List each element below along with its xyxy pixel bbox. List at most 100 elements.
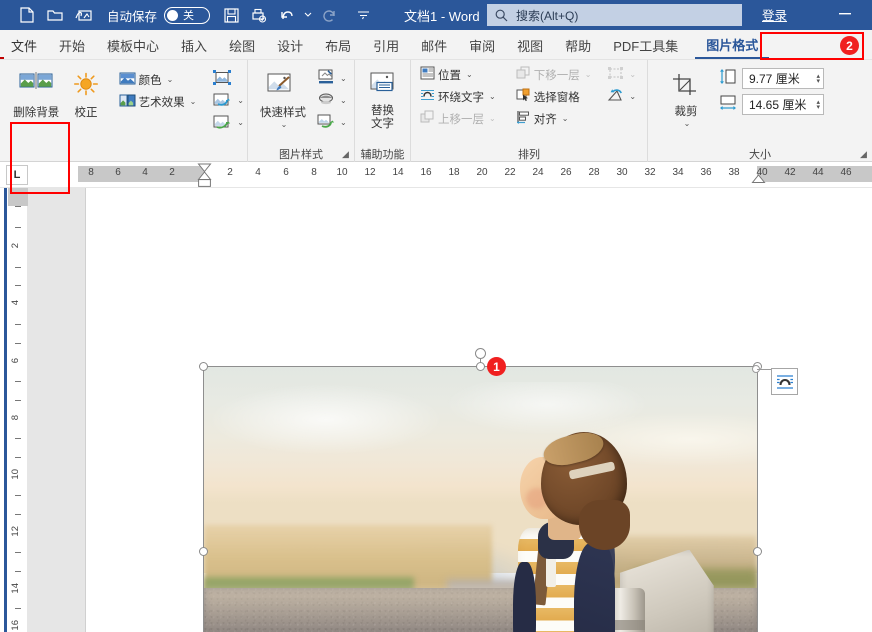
chevron-down-icon[interactable]: ⌄	[629, 92, 636, 101]
tab-mailings[interactable]: 邮件	[410, 31, 458, 59]
tab-home[interactable]: 开始	[48, 31, 96, 59]
height-spinner[interactable]: ▴▾	[816, 74, 820, 84]
change-picture-button[interactable]: ⌄	[209, 90, 247, 111]
group-objects-button[interactable]: ⌄	[604, 64, 639, 85]
sign-in-button[interactable]: 登录	[762, 5, 787, 24]
chevron-down-icon[interactable]: ⌄	[190, 97, 197, 106]
chevron-down-icon[interactable]: ⌄	[167, 75, 174, 84]
tab-review[interactable]: 审阅	[458, 31, 506, 59]
picture-handle-middle-right[interactable]	[753, 547, 762, 556]
rotate-objects-icon	[607, 88, 624, 105]
save-icon[interactable]	[218, 3, 244, 27]
picture-styles-title-text: 图片样式	[279, 146, 323, 162]
vruler-tick	[15, 285, 21, 286]
picture-effects-icon	[317, 91, 335, 110]
tab-references[interactable]: 引用	[362, 31, 410, 59]
picture-border-button[interactable]: ⌄	[314, 68, 350, 89]
chevron-down-icon[interactable]: ⌄	[684, 119, 691, 128]
hruler-num: 30	[616, 167, 627, 178]
picture-border-icon	[317, 69, 335, 88]
chevron-down-icon[interactable]: ⌄	[237, 118, 244, 127]
hruler-num: 8	[311, 167, 317, 178]
quick-styles-button[interactable]: 快速样式 ⌄	[252, 65, 314, 130]
picture-rotate-handle[interactable]	[475, 348, 486, 359]
chevron-down-icon[interactable]: ⌄	[489, 114, 496, 123]
vertical-ruler[interactable]: 2 4 6 8 10 12 14 16	[8, 188, 28, 632]
tab-help[interactable]: 帮助	[554, 31, 602, 59]
tab-picture-format[interactable]: 图片格式	[695, 31, 769, 59]
tab-stop-selector[interactable]: L	[6, 165, 28, 185]
tab-view[interactable]: 视图	[506, 31, 554, 59]
width-spinner[interactable]: ▴▾	[816, 100, 820, 110]
picture-styles-dialog-launcher-icon[interactable]: ◢	[341, 151, 350, 160]
left-accent-bar	[4, 188, 7, 632]
picture-handle-top-middle[interactable]	[476, 362, 485, 371]
corrections-button[interactable]: 校正	[62, 65, 109, 120]
search-input[interactable]: 搜索(Alt+Q)	[487, 4, 742, 26]
tab-pdf-tools[interactable]: PDF工具集	[602, 31, 689, 59]
remove-background-button[interactable]: 删除背景	[10, 65, 62, 120]
send-backward-button[interactable]: 下移一层 ⌄	[513, 64, 595, 85]
size-dialog-launcher-icon[interactable]: ◢	[859, 151, 868, 160]
horizontal-ruler[interactable]: L 8 6 4 2 2 4 6 8 10 12 14 16 18 20 22 2…	[0, 162, 872, 188]
alt-text-icon	[367, 71, 399, 101]
hruler-num: 38	[728, 167, 739, 178]
quick-print-icon[interactable]	[246, 3, 272, 27]
compress-pictures-button[interactable]	[209, 68, 247, 89]
artistic-effects-button[interactable]: 艺术效果 ⌄	[116, 91, 200, 112]
tab-layout[interactable]: 布局	[314, 31, 362, 59]
undo-dropdown-icon[interactable]	[302, 3, 314, 27]
open-folder-icon[interactable]	[42, 3, 68, 27]
chevron-down-icon[interactable]: ⌄	[466, 70, 473, 79]
chevron-down-icon[interactable]: ⌄	[629, 70, 636, 79]
align-button[interactable]: 对齐 ⌄	[513, 108, 595, 129]
chevron-down-icon[interactable]: ⌄	[237, 96, 244, 105]
tab-draw[interactable]: 绘图	[218, 31, 266, 59]
crop-label: 裁剪	[675, 106, 698, 119]
tab-design[interactable]: 设计	[266, 31, 314, 59]
wrap-text-button[interactable]: 环绕文字 ⌄	[417, 86, 499, 107]
chevron-down-icon[interactable]: ⌄	[489, 92, 496, 101]
autosave-toggle[interactable]: 关	[164, 7, 210, 24]
crop-button[interactable]: 裁剪 ⌄	[662, 67, 710, 129]
undo-icon[interactable]	[274, 3, 300, 27]
chevron-down-icon[interactable]: ⌄	[585, 70, 592, 79]
shape-height-field[interactable]: 9.77 厘米 ▴▾	[742, 68, 824, 89]
color-button[interactable]: 颜色 ⌄	[116, 69, 200, 90]
picture-handle-middle-left[interactable]	[199, 547, 208, 556]
chevron-down-icon[interactable]: ⌄	[340, 96, 347, 105]
picture-handle-top-left[interactable]	[199, 362, 208, 371]
picture-effects-button[interactable]: ⌄	[314, 90, 350, 111]
new-document-icon[interactable]	[14, 3, 40, 27]
bring-forward-button[interactable]: 上移一层 ⌄	[417, 108, 499, 129]
chevron-down-icon[interactable]: ⌄	[281, 120, 288, 129]
inserted-photo[interactable]	[204, 367, 757, 632]
chevron-down-icon[interactable]: ⌄	[340, 118, 347, 127]
wrap-text-icon	[420, 88, 435, 105]
hruler-num: 12	[364, 167, 375, 178]
hruler-num: 44	[812, 167, 823, 178]
customize-qat-icon[interactable]	[350, 3, 376, 27]
right-indent-marker[interactable]	[751, 174, 766, 184]
ribbon: 删除背景 校正 颜色	[0, 60, 872, 162]
boy-sleeve	[513, 562, 536, 632]
rotate-objects-button[interactable]: ⌄	[604, 86, 639, 107]
layout-options-button[interactable]	[771, 368, 798, 395]
vruler-tick	[15, 400, 21, 401]
left-indent-marker[interactable]	[198, 179, 211, 187]
touch-mode-icon[interactable]	[70, 3, 96, 27]
tab-template[interactable]: 模板中心	[96, 31, 170, 59]
tab-file[interactable]: 文件	[0, 31, 48, 59]
chevron-down-icon[interactable]: ⌄	[340, 74, 347, 83]
shape-width-field[interactable]: 14.65 厘米 ▴▾	[742, 94, 824, 115]
tab-insert[interactable]: 插入	[170, 31, 218, 59]
picture-layout-button[interactable]: ⌄	[314, 112, 350, 133]
minimize-button[interactable]	[834, 4, 856, 24]
hruler-num: 46	[840, 167, 851, 178]
alt-text-button[interactable]: 替换 文字	[358, 65, 408, 132]
chevron-down-icon[interactable]: ⌄	[562, 114, 569, 123]
position-button[interactable]: 位置 ⌄	[417, 64, 499, 85]
selection-pane-button[interactable]: 选择窗格	[513, 86, 595, 107]
reset-picture-button[interactable]: ⌄	[209, 112, 247, 133]
selection-pane-label: 选择窗格	[534, 89, 580, 105]
